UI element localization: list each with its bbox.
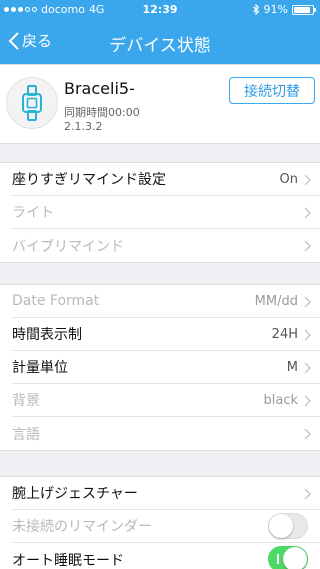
- chevron-right-icon: [304, 329, 311, 341]
- nav-bar: 戻る デバイス状態: [0, 20, 320, 64]
- switch-connection-button[interactable]: 接続切替: [229, 77, 315, 104]
- chevron-right-icon: [304, 240, 311, 252]
- chevron-right-icon: [304, 296, 311, 308]
- setting-value: 24H: [271, 326, 298, 342]
- device-version: 2.1.3.2: [64, 120, 103, 133]
- chevron-right-icon: [304, 207, 311, 219]
- page-title: デバイス状態: [109, 36, 211, 56]
- setting-row-light[interactable]: ライト: [12, 196, 320, 229]
- settings-group-display: Date Format MM/dd 時間表示制 24H 計量単位 M 背景 bl…: [0, 284, 320, 451]
- setting-row-units[interactable]: 計量単位 M: [12, 351, 320, 384]
- status-bar: docomo 4G 12:39 91%: [0, 0, 320, 20]
- battery-percent: 91%: [263, 3, 288, 16]
- device-avatar: [6, 77, 58, 129]
- setting-label: オート睡眠モード: [12, 552, 124, 569]
- setting-label: Date Format: [12, 293, 100, 309]
- toggle-knob: [269, 514, 293, 538]
- chevron-right-icon: [304, 395, 311, 407]
- bracelet-icon: [22, 85, 42, 121]
- setting-label: バイブリマインド: [12, 238, 124, 255]
- settings-group-gestures: 腕上げジェスチャー 未接続のリマインダー オート睡眠モード: [0, 476, 320, 569]
- device-card: Braceli5- 同期時間00:00 2.1.3.2 接続切替: [0, 64, 320, 144]
- chevron-right-icon: [304, 488, 311, 500]
- setting-row-language[interactable]: 言語: [12, 417, 320, 450]
- bluetooth-icon: [252, 4, 259, 15]
- chevron-right-icon: [304, 362, 311, 374]
- setting-row-disconnect-reminder: 未接続のリマインダー: [12, 510, 320, 543]
- top-bar: docomo 4G 12:39 91% 戻る デバイス状態: [0, 0, 320, 64]
- setting-row-vibrate-reminder[interactable]: バイブリマインド: [12, 229, 320, 262]
- battery-level: [294, 6, 311, 13]
- setting-label: 計量単位: [12, 360, 68, 376]
- auto-sleep-toggle[interactable]: [268, 546, 308, 569]
- setting-label: 未接続のリマインダー: [12, 519, 152, 535]
- toggle-knob: [283, 547, 307, 569]
- setting-row-date-format[interactable]: Date Format MM/dd: [12, 285, 320, 318]
- device-name: Braceli5-: [64, 79, 135, 98]
- setting-row-time-format[interactable]: 時間表示制 24H: [12, 318, 320, 351]
- setting-value: black: [263, 392, 298, 408]
- status-right: 91%: [252, 3, 316, 16]
- setting-row-sitting-reminder[interactable]: 座りすぎリマインド設定 On: [12, 163, 320, 196]
- setting-label: 背景: [12, 393, 40, 409]
- chevron-right-icon: [304, 174, 311, 186]
- setting-label: 座りすぎリマインド設定: [12, 172, 166, 188]
- setting-label: 言語: [12, 426, 40, 443]
- setting-value: M: [286, 359, 298, 375]
- chevron-right-icon: [304, 428, 311, 440]
- disconnect-reminder-toggle[interactable]: [268, 513, 308, 539]
- setting-label: 腕上げジェスチャー: [12, 486, 138, 502]
- setting-value: MM/dd: [254, 293, 298, 309]
- setting-row-wrist-gesture[interactable]: 腕上げジェスチャー: [12, 477, 320, 510]
- device-sync-time: 同期時間00:00: [64, 106, 140, 119]
- setting-label: ライト: [12, 205, 54, 221]
- battery-icon: [292, 4, 316, 15]
- setting-row-auto-sleep: オート睡眠モード: [12, 543, 320, 569]
- setting-row-background[interactable]: 背景 black: [12, 384, 320, 417]
- setting-label: 時間表示制: [12, 327, 82, 343]
- settings-group-reminders: 座りすぎリマインド設定 On ライト バイブリマインド: [0, 162, 320, 263]
- setting-value: On: [279, 171, 298, 187]
